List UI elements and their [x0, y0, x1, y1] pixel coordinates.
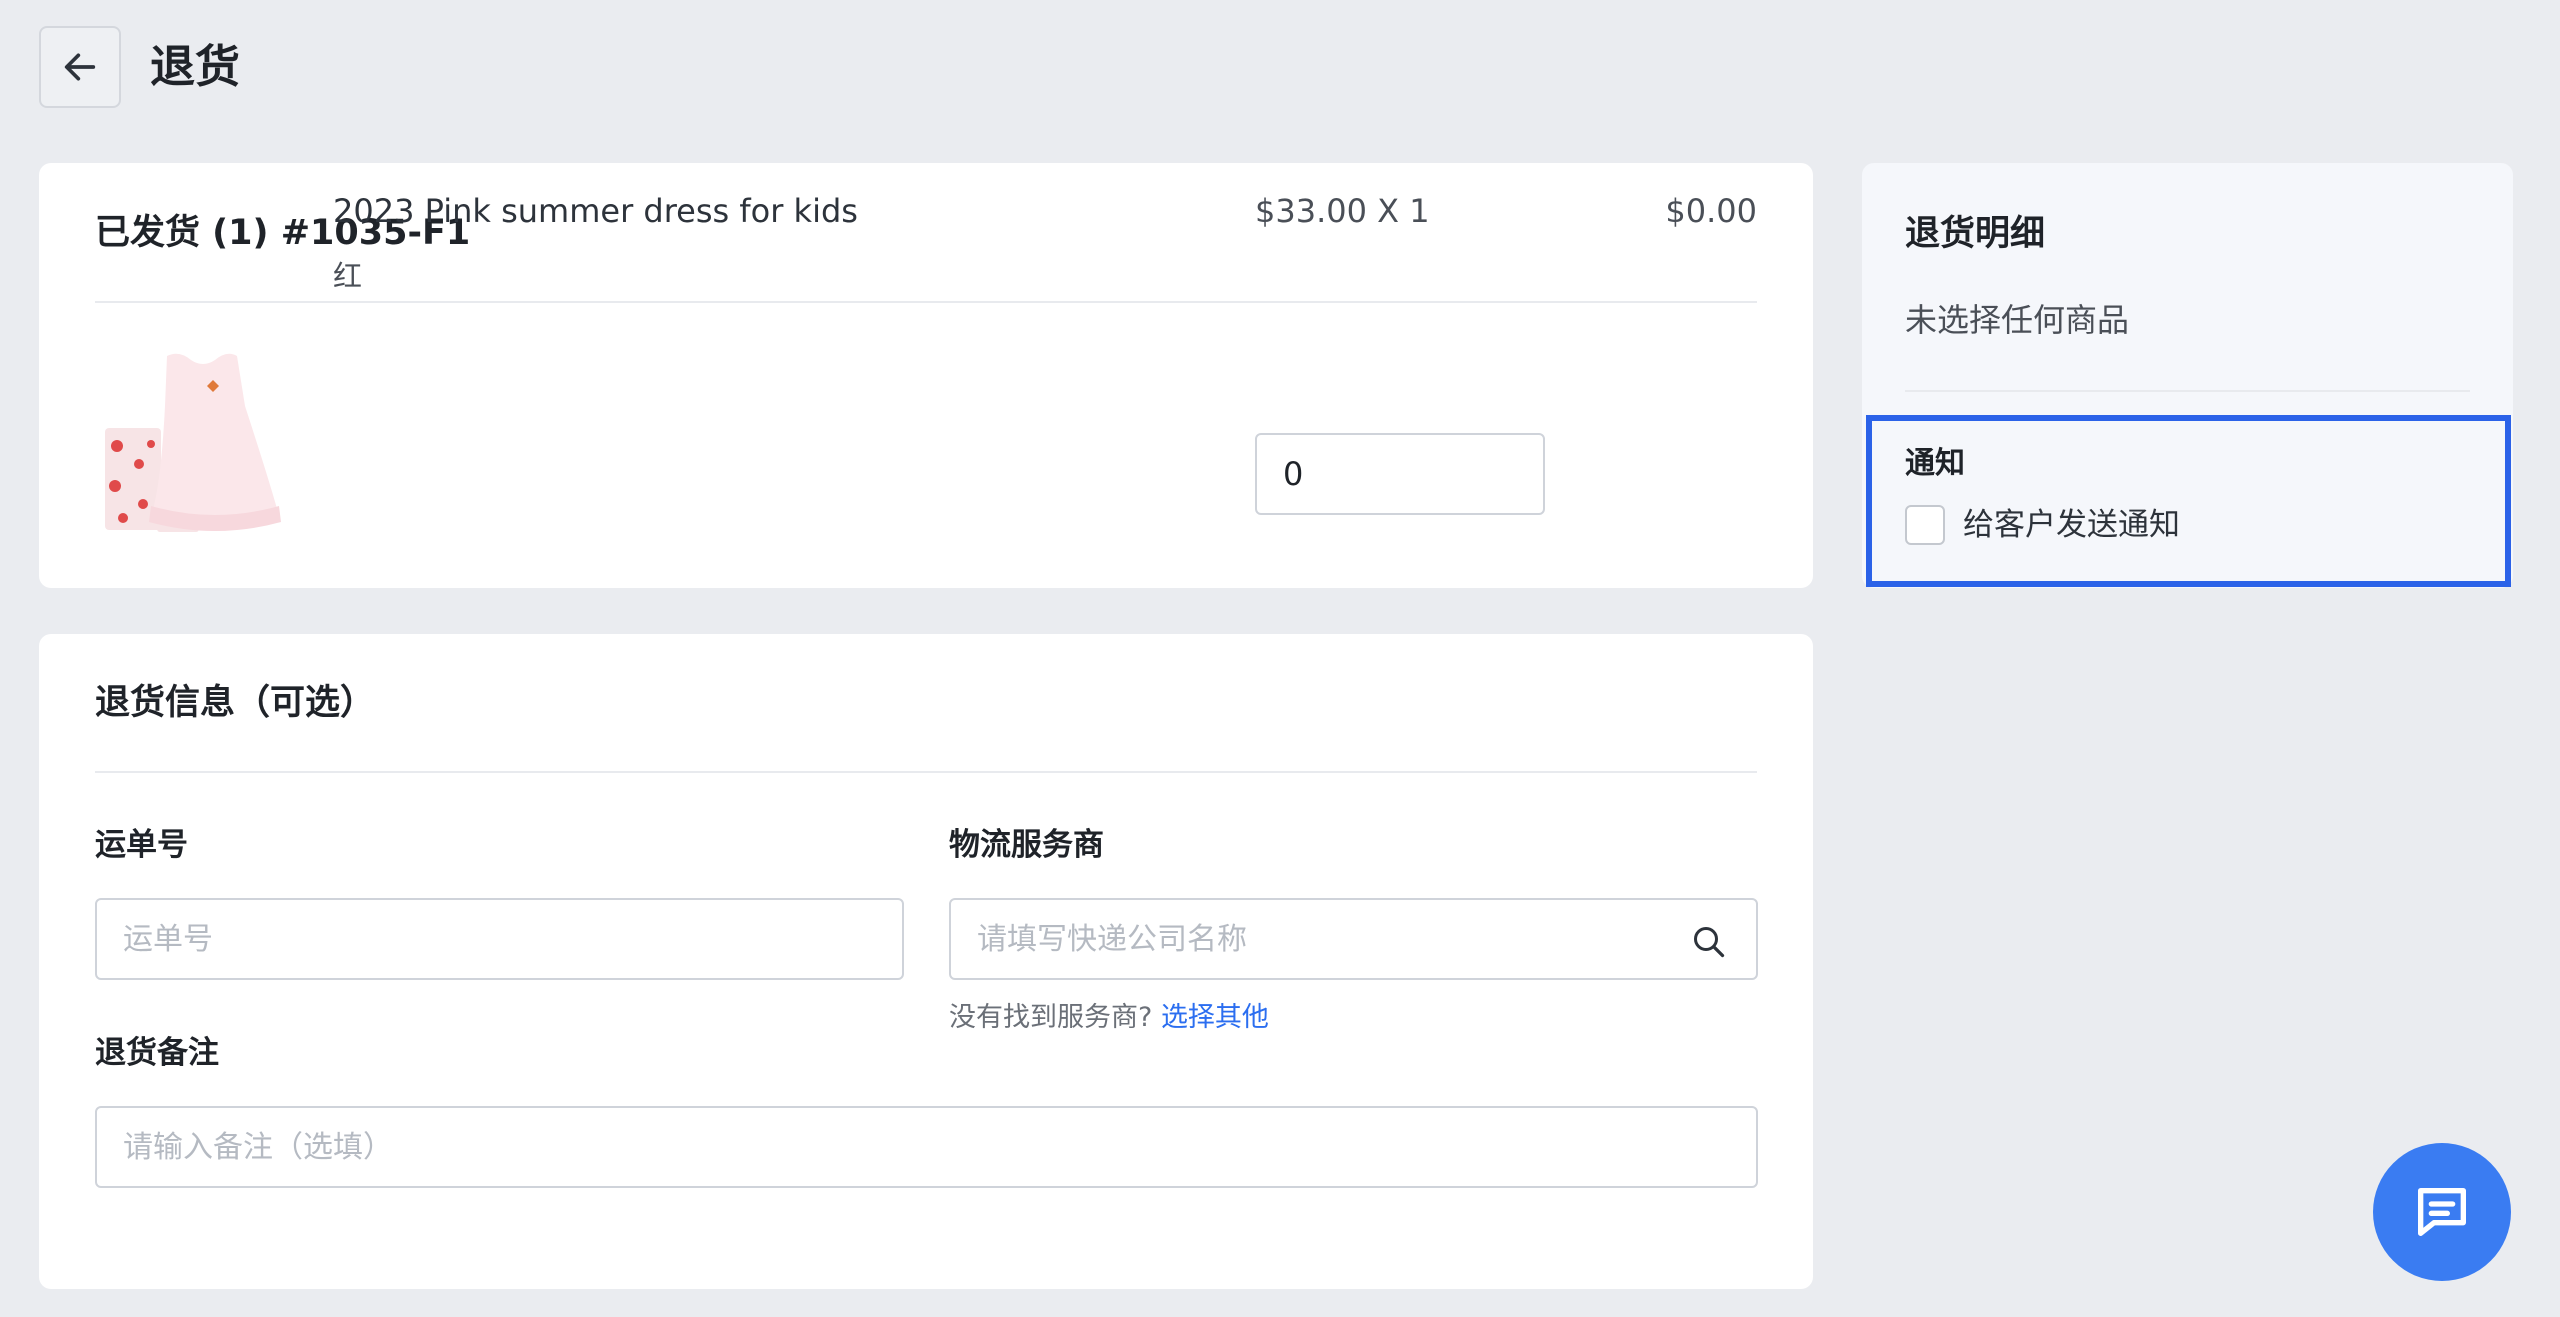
notification-title: 通知	[1905, 446, 1965, 481]
notification-section: 通知 给客户发送通知	[1866, 415, 2511, 587]
note-label: 退货备注	[95, 1035, 219, 1071]
carrier-label: 物流服务商	[949, 827, 1104, 863]
carrier-hint: 没有找到服务商? 选择其他	[949, 999, 1269, 1037]
page-title: 退货	[150, 40, 241, 93]
return-info-title: 退货信息（可选）	[95, 683, 376, 723]
line-total: $0.00	[1665, 192, 1757, 230]
return-note-input[interactable]	[95, 1106, 1758, 1188]
tracking-label: 运单号	[95, 827, 188, 863]
choose-other-carrier-link[interactable]: 选择其他	[1161, 1002, 1269, 1033]
return-info-card: 退货信息（可选） 运单号 物流服务商 没有找到服务商? 选择其他 退货备注	[39, 634, 1813, 1289]
carrier-search-input[interactable]	[949, 898, 1758, 980]
divider	[95, 301, 1757, 303]
product-variant: 红	[333, 259, 363, 293]
notify-customer-option[interactable]: 给客户发送通知	[1905, 503, 2180, 547]
notify-customer-label: 给客户发送通知	[1963, 507, 2180, 543]
divider	[95, 771, 1757, 773]
divider	[1905, 390, 2470, 392]
summary-title: 退货明细	[1905, 214, 2046, 254]
chat-icon	[2418, 1188, 2466, 1236]
arrow-left-icon	[64, 53, 96, 81]
back-button[interactable]	[39, 26, 121, 108]
tracking-number-input[interactable]	[95, 898, 904, 980]
product-image	[95, 346, 287, 538]
summary-empty-text: 未选择任何商品	[1905, 301, 2130, 339]
return-quantity-input[interactable]	[1255, 433, 1545, 515]
chat-button[interactable]	[2373, 1143, 2511, 1281]
shipment-card: 已发货 (1) #1035-F1 2023 Pink summer dress …	[39, 163, 1813, 588]
notify-customer-checkbox[interactable]	[1905, 505, 1945, 545]
search-icon[interactable]	[1691, 924, 1727, 960]
product-name: 2023 Pink summer dress for kids	[333, 192, 858, 230]
unit-price: $33.00 X 1	[1255, 192, 1430, 230]
carrier-hint-text: 没有找到服务商?	[949, 1002, 1153, 1033]
